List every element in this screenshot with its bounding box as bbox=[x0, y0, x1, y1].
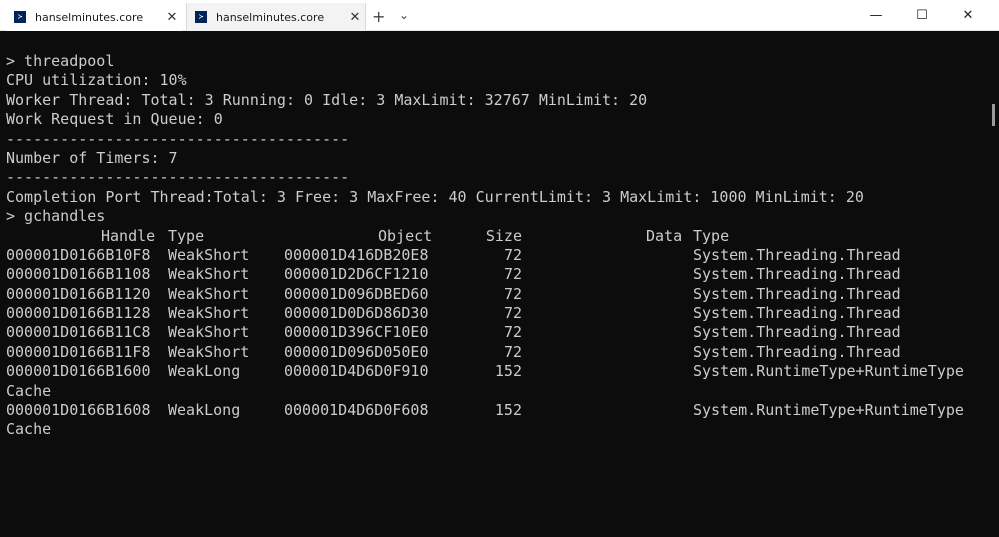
cell-data-type: System.Threading.Thread bbox=[693, 323, 901, 342]
wrapped-line: Cache bbox=[6, 420, 52, 439]
cell-type: WeakShort bbox=[168, 304, 250, 323]
cell-object: 000001D096D050E0 bbox=[284, 342, 429, 361]
separator-line: -------------------------------------- bbox=[6, 168, 350, 187]
cell-handle: 000001D0166B1128 bbox=[6, 304, 151, 323]
wrapped-line: Cache bbox=[6, 381, 52, 400]
header-data-type: Type bbox=[693, 226, 730, 245]
cell-object: 000001D396CF10E0 bbox=[284, 323, 429, 342]
cell-handle: 000001D0166B11C8 bbox=[6, 323, 151, 342]
cell-handle: 000001D0166B1120 bbox=[6, 284, 151, 303]
cell-data-type: System.Threading.Thread bbox=[693, 284, 901, 303]
maximize-icon: ☐ bbox=[916, 7, 928, 23]
cell-object: 000001D2D6CF1210 bbox=[284, 265, 429, 284]
header-handle: Handle bbox=[101, 226, 156, 245]
cell-data-type: System.Threading.Thread bbox=[693, 342, 901, 361]
cell-type: WeakLong bbox=[168, 401, 241, 420]
command-line: > threadpool bbox=[6, 52, 115, 70]
cell-object: 000001D096DBED60 bbox=[284, 284, 429, 303]
table-row: 000001D0166B11C8 WeakShort 000001D396CF1… bbox=[6, 323, 999, 342]
powershell-icon: ≻ bbox=[14, 11, 26, 23]
cell-data-type: System.Threading.Thread bbox=[693, 245, 901, 264]
output-line: Work Request in Queue: 0 bbox=[6, 110, 223, 129]
tab-2-close-icon[interactable]: ✕ bbox=[345, 10, 365, 25]
cell-object: 000001D4D6D0F910 bbox=[284, 362, 429, 381]
header-object: Object bbox=[378, 226, 433, 245]
cell-size: 72 bbox=[503, 304, 522, 323]
title-bar: ≻ hanselminutes.core ✕ ≻ hanselminutes.c… bbox=[0, 0, 999, 31]
close-icon: ✕ bbox=[962, 7, 974, 23]
minimize-button[interactable]: — bbox=[853, 0, 899, 30]
cell-data-type: System.Threading.Thread bbox=[693, 304, 901, 323]
cell-handle: 000001D0166B10F8 bbox=[6, 245, 151, 264]
tab-2-label: hanselminutes.core bbox=[216, 10, 325, 24]
cell-size: 72 bbox=[503, 245, 522, 264]
table-row: 000001D0166B1120 WeakShort 000001D096DBE… bbox=[6, 285, 999, 304]
separator-line: -------------------------------------- bbox=[6, 129, 350, 148]
cell-data-type: System.RuntimeType+RuntimeType bbox=[693, 362, 964, 381]
cell-type: WeakShort bbox=[168, 342, 250, 361]
cell-handle: 000001D0166B1608 bbox=[6, 401, 151, 420]
output-line: Completion Port Thread:Total: 3 Free: 3 … bbox=[6, 187, 864, 206]
output-line: CPU utilization: 10% bbox=[6, 71, 187, 90]
table-row: 000001D0166B1128 WeakShort 000001D0D6D86… bbox=[6, 304, 999, 323]
scrollbar-thumb[interactable] bbox=[992, 104, 995, 126]
cell-size: 72 bbox=[503, 284, 522, 303]
cell-type: WeakShort bbox=[168, 245, 250, 264]
cell-object: 000001D416DB20E8 bbox=[284, 245, 429, 264]
tab-2[interactable]: ≻ hanselminutes.core ✕ bbox=[186, 3, 366, 31]
tab-dropdown-chevron-icon[interactable]: ⌄ bbox=[399, 8, 409, 22]
table-header: Handle Type Object Size Data Type bbox=[6, 227, 999, 246]
cell-size: 152 bbox=[494, 362, 522, 381]
cell-data-type: System.Threading.Thread bbox=[693, 265, 901, 284]
tab-1-label: hanselminutes.core bbox=[35, 10, 144, 24]
tab-1-close-icon[interactable]: ✕ bbox=[162, 10, 182, 25]
header-data: Data bbox=[646, 226, 683, 245]
cell-type: WeakShort bbox=[168, 265, 250, 284]
cell-handle: 000001D0166B1108 bbox=[6, 265, 151, 284]
cell-size: 72 bbox=[503, 323, 522, 342]
table-row: 000001D0166B11F8 WeakShort 000001D096D05… bbox=[6, 343, 999, 362]
cell-size: 152 bbox=[494, 401, 522, 420]
table-row: 000001D0166B1600 WeakLong 000001D4D6D0F9… bbox=[6, 362, 999, 381]
cell-size: 72 bbox=[503, 265, 522, 284]
cell-type: WeakShort bbox=[168, 323, 250, 342]
output-line: Number of Timers: 7 bbox=[6, 148, 178, 167]
table-row: 000001D0166B1608 WeakLong 000001D4D6D0F6… bbox=[6, 401, 999, 420]
cell-type: WeakLong bbox=[168, 362, 241, 381]
cell-type: WeakShort bbox=[168, 284, 250, 303]
table-row: 000001D0166B1108 WeakShort 000001D2D6CF1… bbox=[6, 265, 999, 284]
powershell-icon: ≻ bbox=[195, 11, 207, 23]
close-window-button[interactable]: ✕ bbox=[945, 0, 991, 30]
cell-object: 000001D4D6D0F608 bbox=[284, 401, 429, 420]
header-size: Size bbox=[485, 226, 522, 245]
command-line: > gchandles bbox=[6, 207, 106, 226]
cell-size: 72 bbox=[503, 342, 522, 361]
cell-data-type: System.RuntimeType+RuntimeType bbox=[693, 401, 964, 420]
maximize-button[interactable]: ☐ bbox=[899, 0, 945, 30]
cell-handle: 000001D0166B1600 bbox=[6, 362, 151, 381]
output-line: Worker Thread: Total: 3 Running: 0 Idle:… bbox=[6, 90, 648, 109]
terminal-output[interactable]: > threadpool CPU utilization: 10% Worker… bbox=[6, 52, 999, 458]
cell-handle: 000001D0166B11F8 bbox=[6, 342, 151, 361]
minimize-icon: — bbox=[869, 7, 883, 23]
table-row: 000001D0166B10F8 WeakShort 000001D416DB2… bbox=[6, 246, 999, 265]
header-type: Type bbox=[168, 226, 205, 245]
cell-object: 000001D0D6D86D30 bbox=[284, 304, 429, 323]
new-tab-button[interactable]: + bbox=[372, 7, 385, 26]
tab-1[interactable]: ≻ hanselminutes.core ✕ bbox=[6, 3, 182, 31]
